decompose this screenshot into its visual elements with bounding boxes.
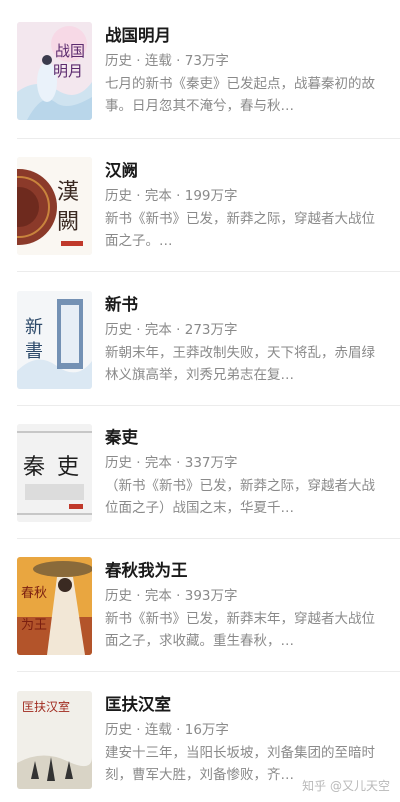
book-meta: 历史 · 完本 · 273万字 xyxy=(105,322,238,338)
watermark: 知乎 @又儿天空 xyxy=(302,779,390,793)
cover-text: 書 xyxy=(25,341,43,362)
divider xyxy=(17,671,400,672)
cover-art: 战国 明月 xyxy=(17,22,92,120)
book-cover[interactable]: 战国 明月 xyxy=(17,22,92,120)
cover-text: 匡扶汉室 xyxy=(22,699,70,714)
divider xyxy=(17,138,400,139)
book-title[interactable]: 新书 xyxy=(105,291,138,315)
cover-art: 秦 吏 xyxy=(17,424,92,522)
book-cover[interactable]: 新 書 xyxy=(17,291,92,389)
cover-text: 漢 xyxy=(57,180,79,205)
book-meta: 历史 · 连载 · 73万字 xyxy=(105,53,229,69)
cover-art: 春秋 为王 xyxy=(17,557,92,655)
list-item[interactable]: 秦 吏 秦吏 历史 · 完本 · 337万字 （新书《新书》已发，新莽之际，穿越… xyxy=(0,424,400,540)
cover-text: 闕 xyxy=(57,210,79,235)
book-cover[interactable]: 匡扶汉室 xyxy=(17,691,92,789)
book-meta: 历史 · 连载 · 16万字 xyxy=(105,722,229,738)
cover-art: 漢 闕 xyxy=(17,157,92,255)
book-title[interactable]: 匡扶汉室 xyxy=(105,691,171,715)
list-item[interactable]: 新 書 新书 历史 · 完本 · 273万字 新朝末年，王莽改制失败，天下将乱，… xyxy=(0,291,400,407)
book-description: （新书《新书》已发，新莽之际，穿越者大战位面之子）战国之末，华夏千… xyxy=(105,478,375,516)
divider xyxy=(17,538,400,539)
divider xyxy=(17,405,400,406)
book-description: 新朝末年，王莽改制失败，天下将乱，赤眉绿林义旗高举，刘秀兄弟志在复… xyxy=(105,345,375,383)
book-meta: 历史 · 完本 · 337万字 xyxy=(105,455,238,471)
list-item[interactable]: 春秋 为王 春秋我为王 历史 · 完本 · 393万字 新书《新书》已发，新莽末… xyxy=(0,557,400,673)
book-meta: 历史 · 完本 · 393万字 xyxy=(105,588,238,604)
divider xyxy=(17,271,400,272)
book-title[interactable]: 战国明月 xyxy=(105,22,171,46)
cover-text: 新 xyxy=(25,317,43,338)
book-meta: 历史 · 完本 · 199万字 xyxy=(105,188,238,204)
list-item[interactable]: 漢 闕 汉阙 历史 · 完本 · 199万字 新书《新书》已发，新莽之际，穿越者… xyxy=(0,157,400,273)
cover-text: 春秋 xyxy=(21,586,47,601)
book-title[interactable]: 春秋我为王 xyxy=(105,557,188,581)
cover-text: 为王 xyxy=(21,618,47,633)
cover-text: 吏 xyxy=(57,455,79,480)
cover-text: 明月 xyxy=(53,62,83,80)
cover-text: 战国 xyxy=(55,42,85,60)
list-item[interactable]: 战国 明月 战国明月 历史 · 连载 · 73万字 七月的新书《秦吏》已发起点，… xyxy=(0,22,400,138)
cover-art: 新 書 xyxy=(17,291,92,389)
book-title[interactable]: 汉阙 xyxy=(105,157,138,181)
book-title[interactable]: 秦吏 xyxy=(105,424,138,448)
book-cover[interactable]: 秦 吏 xyxy=(17,424,92,522)
book-description: 七月的新书《秦吏》已发起点，战暮秦初的故事。日月忽其不淹兮，春与秋… xyxy=(105,76,375,114)
book-description: 新书《新书》已发，新莽之际，穿越者大战位面之子。… xyxy=(105,211,375,249)
book-description: 新书《新书》已发，新莽末年，穿越者大战位面之子，求收藏。重生春秋，… xyxy=(105,611,375,649)
cover-art: 匡扶汉室 xyxy=(17,691,92,789)
book-cover[interactable]: 漢 闕 xyxy=(17,157,92,255)
cover-text: 秦 xyxy=(23,455,45,480)
book-cover[interactable]: 春秋 为王 xyxy=(17,557,92,655)
